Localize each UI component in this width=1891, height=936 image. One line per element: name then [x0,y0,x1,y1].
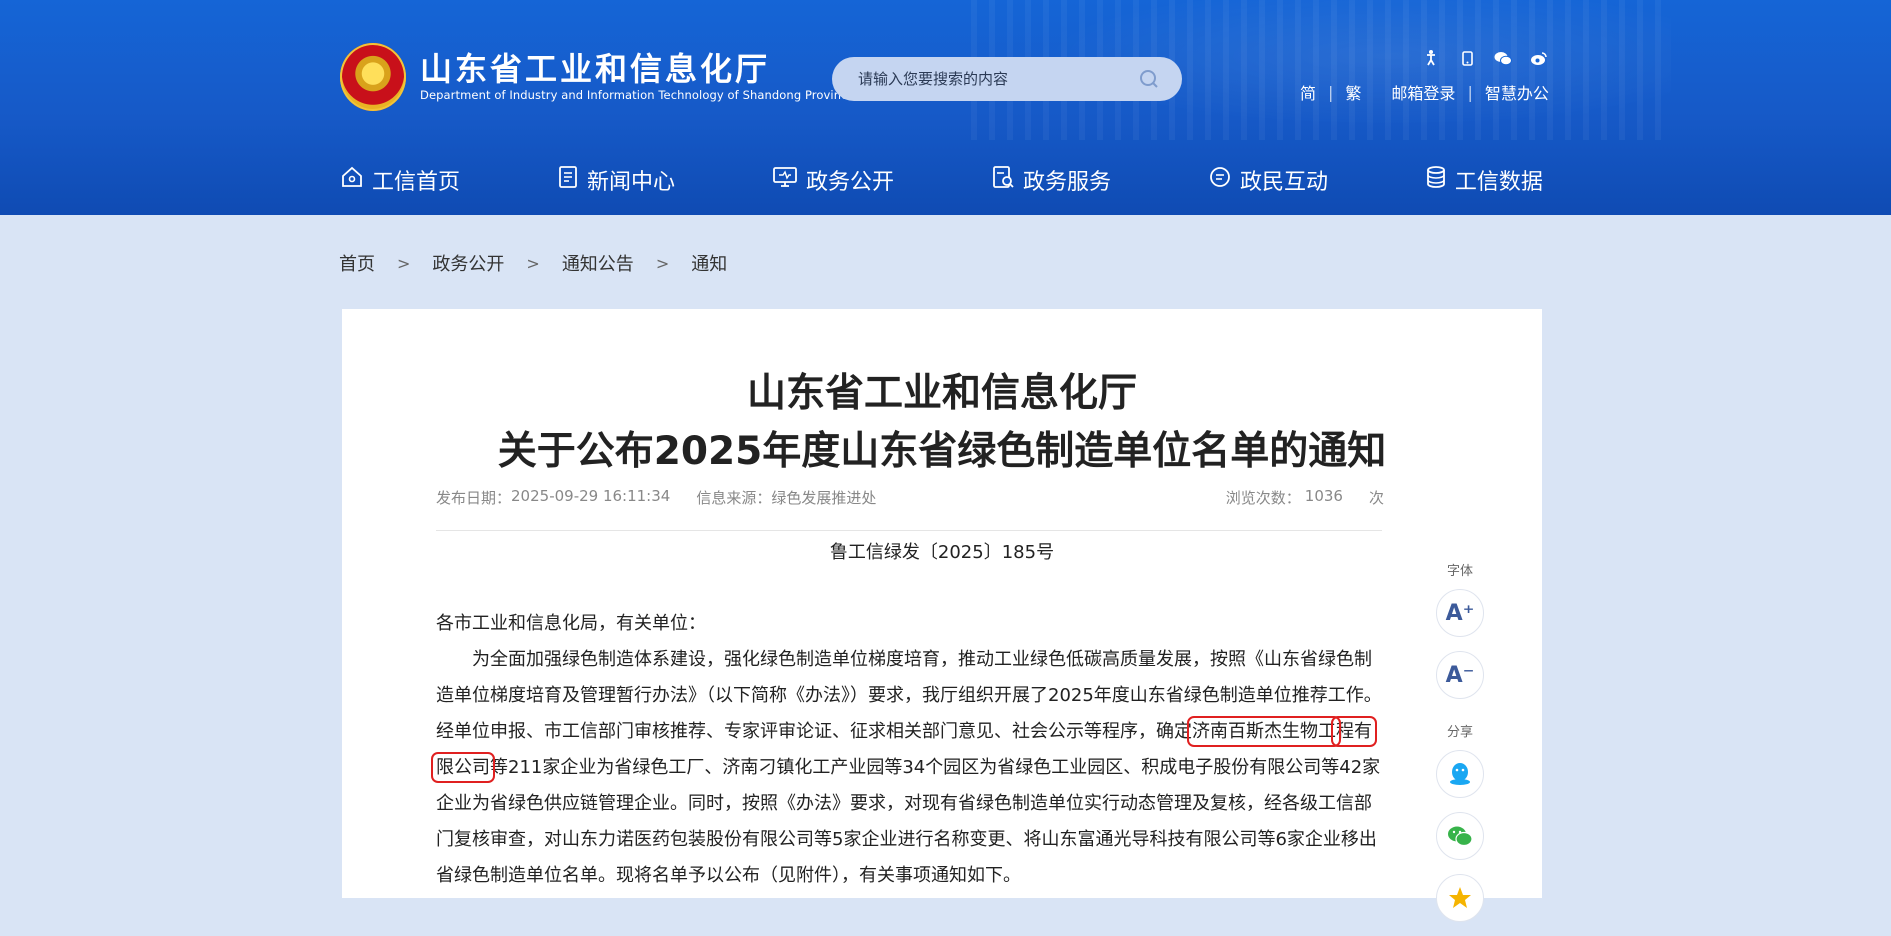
nav-item-services[interactable]: 政务服务 [991,160,1111,200]
font-decrease-button[interactable]: A⁻ [1436,651,1484,699]
site-name-en: Department of Industry and Information T… [420,88,855,102]
article-body: 各市工业和信息化局，有关单位： 为全面加强绿色制造体系建设，强化绿色制造单位梯度… [431,606,1384,894]
meta-divider [436,530,1382,531]
breadcrumb-separator: > [526,253,540,273]
simplified-link[interactable]: 简 [1300,80,1316,104]
traditional-link[interactable]: 繁 [1345,80,1361,104]
nav-item-government-affairs[interactable]: 政务公开 [772,160,894,200]
nav-label: 政民互动 [1239,170,1328,195]
nav-label: 工信首页 [372,170,461,195]
breadcrumb-notice[interactable]: 通知 [691,250,727,276]
document-number: 鲁工信绿发〔2025〕185号 [829,542,1055,563]
nav-item-news[interactable]: 新闻中心 [557,160,675,200]
nav-item-interaction[interactable]: 政民互动 [1208,160,1328,200]
top-links: 简 | 繁 邮箱登录 | 智慧办公 [1300,80,1549,104]
article-title-line1: 山东省工业和信息化厅 [746,371,1137,416]
nav-item-data[interactable]: 工信数据 [1425,160,1543,200]
source-label: 信息来源： [696,489,772,507]
database-icon [1425,165,1455,195]
breadcrumb-separator: > [655,253,670,273]
news-icon [557,165,587,195]
qq-icon[interactable] [1436,750,1484,798]
main-nav: 工信首页 新闻中心 政务公开 政务服务 政民互动 工信数据 [340,160,1543,200]
article-card: 山东省工业和信息化厅 关于公布2025年度山东省绿色制造单位名单的通知 发布日期… [342,309,1542,898]
nav-label: 政务服务 [1022,170,1111,195]
mobile-icon[interactable] [1456,48,1478,68]
site-name-cn: 山东省工业和信息化厅 [420,50,771,88]
nav-label: 工信数据 [1454,170,1543,195]
nav-label: 政务公开 [805,170,894,195]
nav-item-home[interactable]: 工信首页 [340,160,460,200]
publish-date: 2025-09-29 16:11:34 [511,487,671,505]
search-input[interactable] [856,69,1130,89]
font-increase-button[interactable]: A⁺ [1436,589,1484,637]
breadcrumb-government-affairs[interactable]: 政务公开 [432,250,504,276]
article-title-line2: 关于公布2025年度山东省绿色制造单位名单的通知 [497,429,1387,474]
publish-date-label: 发布日期： [436,489,512,507]
wechat-share-icon[interactable] [1436,812,1484,860]
weibo-icon[interactable] [1528,48,1550,68]
side-toolbar: 字体 A⁺ A⁻ 分享 [1430,560,1490,936]
breadcrumb-separator: > [397,253,411,273]
views-count: 1036 [1304,487,1343,505]
source-value: 绿色发展推进处 [771,489,877,507]
body-paragraph: 为全面加强绿色制造体系建设，强化绿色制造单位梯度培育，推动工业绿色低碳高质量发展… [431,642,1384,894]
divider: | [1328,82,1334,102]
site-header: 山东省工业和信息化厅 Department of Industry and In… [0,0,1891,215]
top-icon-bar [1420,48,1550,68]
article-title: 山东省工业和信息化厅 关于公布2025年度山东省绿色制造单位名单的通知 [342,365,1542,481]
search-box [832,57,1182,101]
accessibility-icon[interactable] [1420,48,1442,68]
service-icon [991,165,1023,195]
mail-login-link[interactable]: 邮箱登录 [1391,80,1455,104]
font-size-label: 字体 [1446,564,1473,579]
home-icon [340,165,372,195]
highlighted-company-part-1: 济南百斯杰生物工 [1187,716,1341,747]
qzone-icon[interactable] [1436,874,1484,922]
article-meta: 发布日期： 2025-09-29 16:11:34 信息来源： 绿色发展推进处 … [436,487,1384,508]
share-label: 分享 [1446,725,1473,740]
search-icon[interactable] [1138,68,1160,90]
nav-label: 新闻中心 [586,170,675,195]
views-label: 浏览次数： [1225,489,1301,507]
national-emblem-icon [340,43,406,111]
smart-office-link[interactable]: 智慧办公 [1485,80,1549,104]
wechat-icon[interactable] [1492,48,1514,68]
salutation: 各市工业和信息化局，有关单位： [436,613,706,634]
monitor-icon [772,165,806,195]
chat-icon [1208,165,1240,195]
breadcrumb: 首页 > 政务公开 > 通知公告 > 通知 [339,250,727,276]
paragraph-text: 等211家企业为省绿色工厂、济南刁镇化工产业园等34个园区为省绿色工业园区、积成… [436,757,1381,886]
breadcrumb-announcements[interactable]: 通知公告 [562,250,634,276]
divider: | [1467,82,1473,102]
site-logo[interactable]: 山东省工业和信息化厅 Department of Industry and In… [340,43,855,111]
views-unit: 次 [1368,489,1384,507]
breadcrumb-home[interactable]: 首页 [339,250,375,276]
logo-text: 山东省工业和信息化厅 Department of Industry and In… [420,51,855,103]
